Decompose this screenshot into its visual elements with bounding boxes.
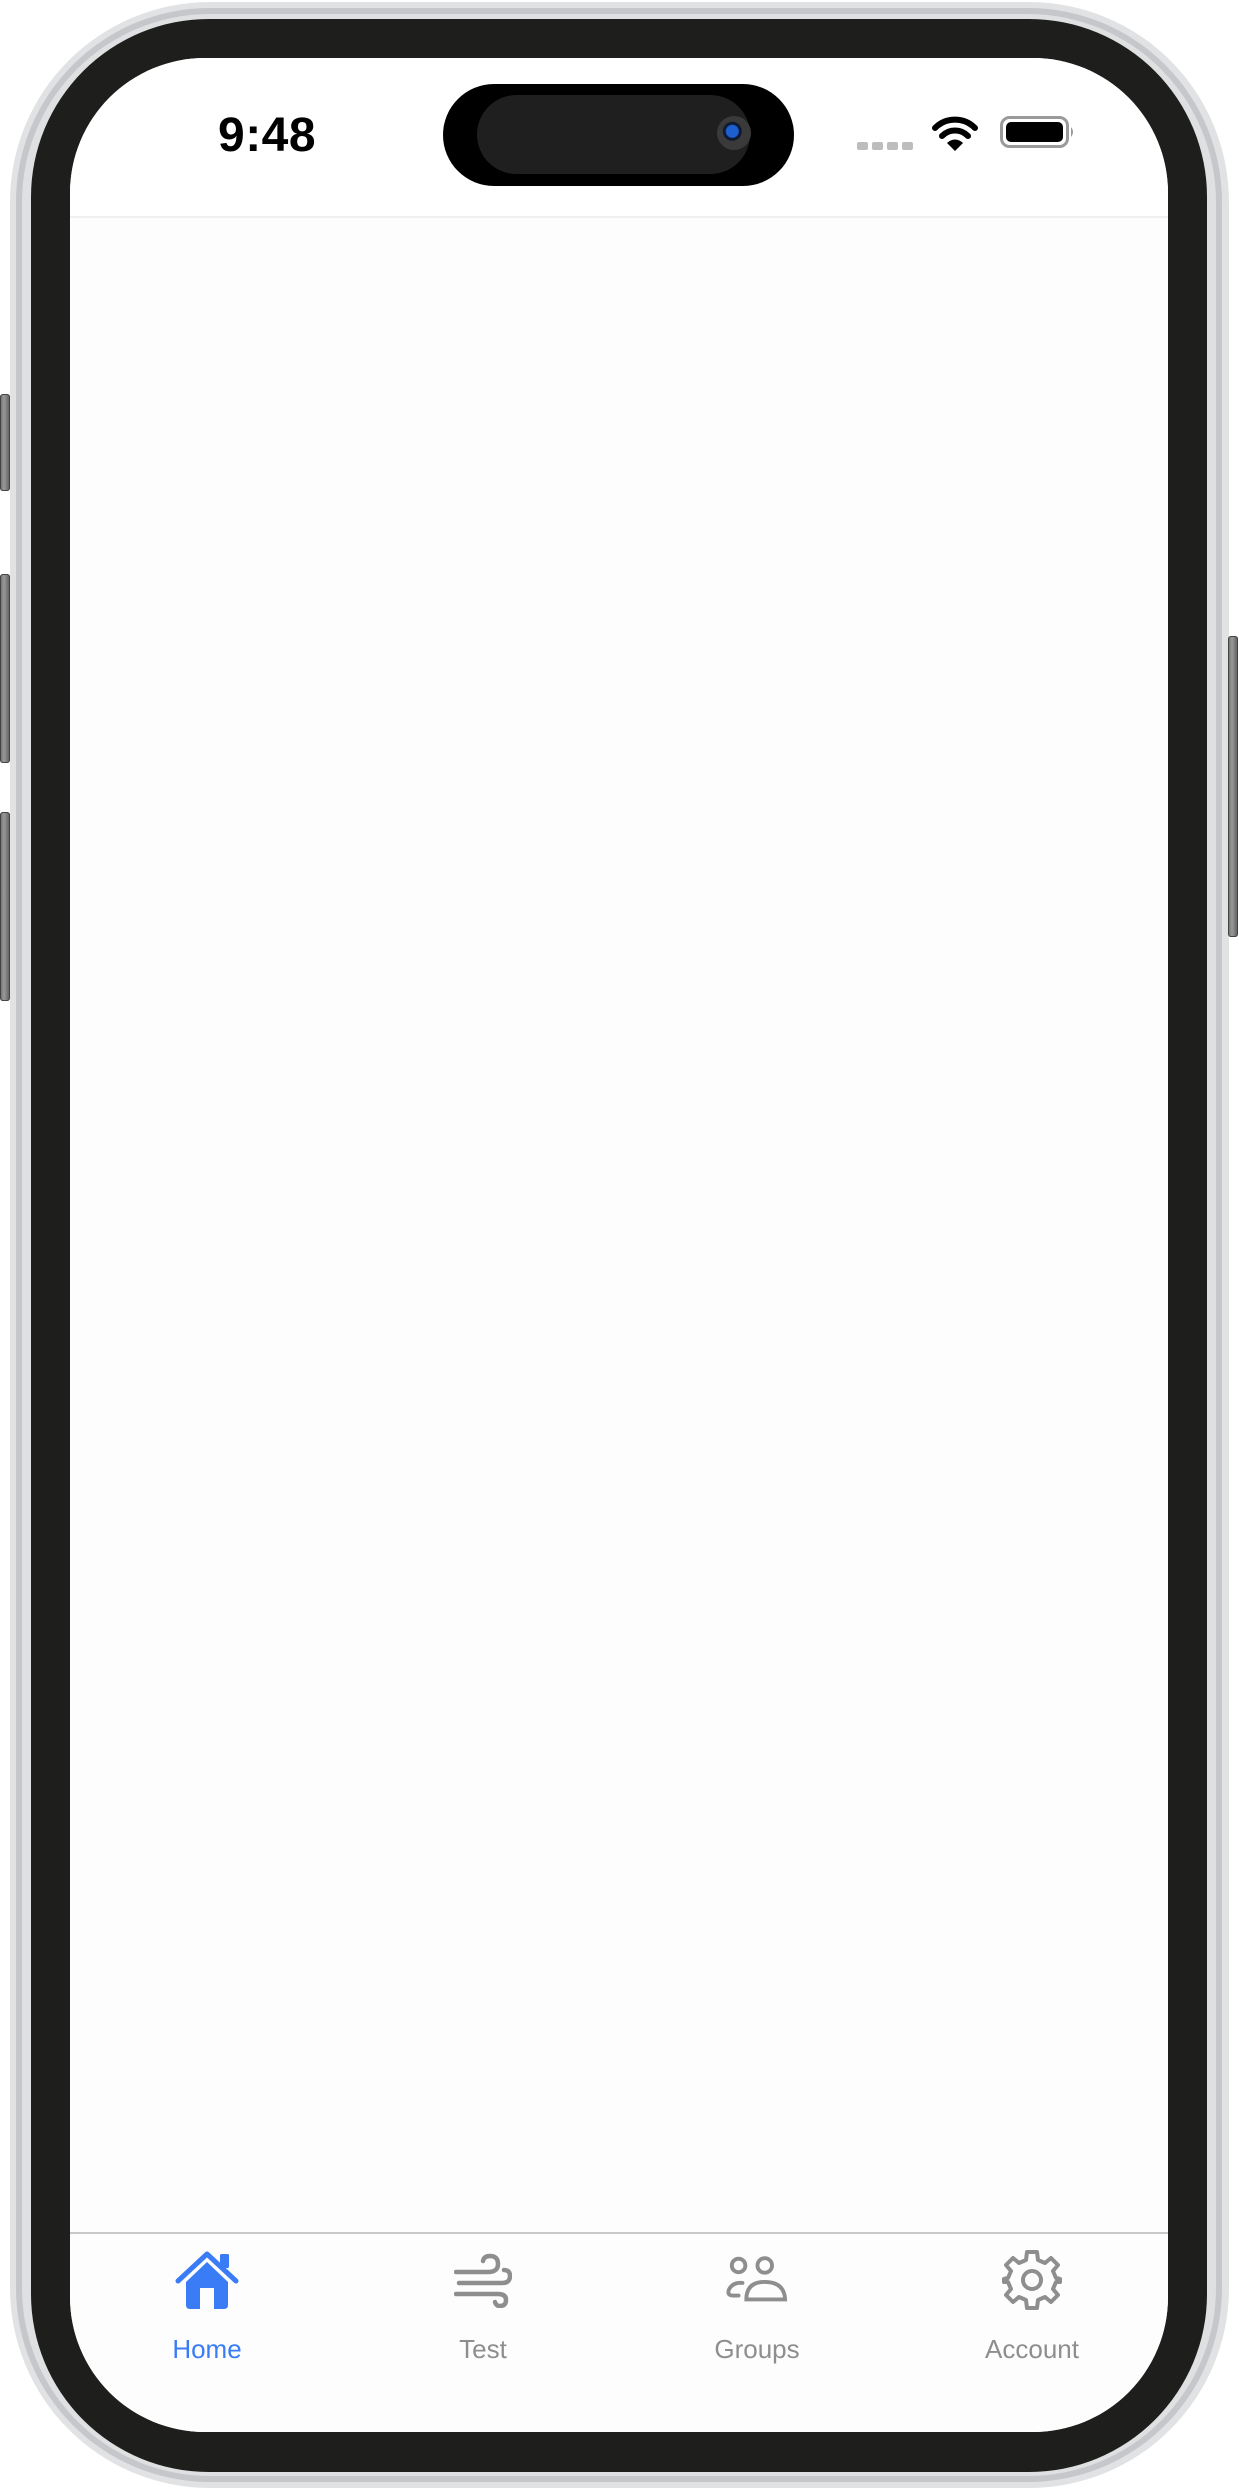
tab-label: Home: [172, 2334, 242, 2364]
volume-up-button: [0, 574, 10, 763]
wifi-icon: [932, 116, 978, 151]
action-button: [0, 394, 10, 491]
status-time: 9:48: [218, 109, 317, 162]
people-icon: [725, 2248, 789, 2312]
wind-icon: [451, 2248, 515, 2312]
battery-icon: [1000, 116, 1073, 148]
tab-label: Groups: [714, 2334, 800, 2364]
screen: 9:48 Home Test Groups Account: [70, 58, 1168, 2432]
tab-test[interactable]: Test: [383, 2248, 583, 2378]
gear-icon: [1000, 2248, 1064, 2312]
camera-icon: [717, 116, 751, 150]
tab-home[interactable]: Home: [107, 2248, 307, 2378]
dynamic-island: [443, 84, 794, 186]
volume-down-button: [0, 812, 10, 1001]
status-bar: 9:48: [70, 58, 1168, 218]
tab-label: Account: [985, 2334, 1079, 2364]
tab-account[interactable]: Account: [932, 2248, 1132, 2378]
cellular-signal-icon: [857, 142, 913, 150]
tab-groups[interactable]: Groups: [657, 2248, 857, 2378]
tab-bar: Home Test Groups Account: [70, 2232, 1168, 2432]
power-button: [1228, 636, 1238, 937]
house-icon: [175, 2248, 239, 2312]
tab-label: Test: [459, 2334, 507, 2364]
